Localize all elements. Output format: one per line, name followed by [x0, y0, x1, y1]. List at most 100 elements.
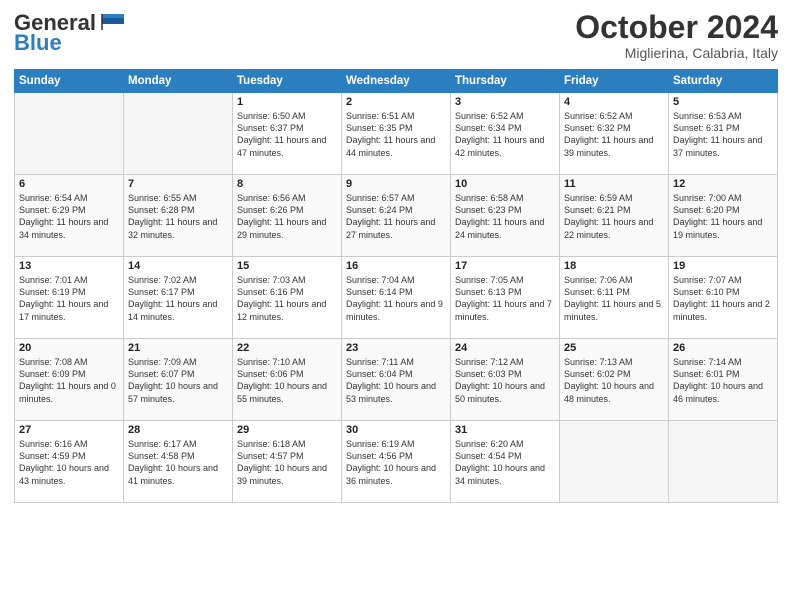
day-detail: Sunrise: 7:05 AMSunset: 6:13 PMDaylight:…	[455, 274, 555, 323]
col-monday: Monday	[124, 70, 233, 93]
day-detail: Sunrise: 6:53 AMSunset: 6:31 PMDaylight:…	[673, 110, 773, 159]
day-detail: Sunrise: 6:51 AMSunset: 6:35 PMDaylight:…	[346, 110, 446, 159]
calendar-cell: 19 Sunrise: 7:07 AMSunset: 6:10 PMDayligh…	[669, 257, 778, 339]
day-number: 10	[455, 178, 555, 190]
calendar-cell	[124, 93, 233, 175]
logo-blue: Blue	[14, 30, 62, 56]
day-detail: Sunrise: 7:00 AMSunset: 6:20 PMDaylight:…	[673, 192, 773, 241]
day-number: 27	[19, 424, 119, 436]
day-detail: Sunrise: 7:01 AMSunset: 6:19 PMDaylight:…	[19, 274, 119, 323]
day-detail: Sunrise: 6:16 AMSunset: 4:59 PMDaylight:…	[19, 438, 119, 487]
day-detail: Sunrise: 7:13 AMSunset: 6:02 PMDaylight:…	[564, 356, 664, 405]
month-title: October 2024	[575, 10, 778, 45]
day-detail: Sunrise: 7:14 AMSunset: 6:01 PMDaylight:…	[673, 356, 773, 405]
calendar-cell: 6 Sunrise: 6:54 AMSunset: 6:29 PMDaylight…	[15, 175, 124, 257]
day-number: 9	[346, 178, 446, 190]
day-detail: Sunrise: 7:10 AMSunset: 6:06 PMDaylight:…	[237, 356, 337, 405]
calendar-cell: 21 Sunrise: 7:09 AMSunset: 6:07 PMDayligh…	[124, 339, 233, 421]
day-number: 23	[346, 342, 446, 354]
calendar-cell: 23 Sunrise: 7:11 AMSunset: 6:04 PMDayligh…	[342, 339, 451, 421]
day-number: 28	[128, 424, 228, 436]
calendar-cell: 13 Sunrise: 7:01 AMSunset: 6:19 PMDayligh…	[15, 257, 124, 339]
day-detail: Sunrise: 7:02 AMSunset: 6:17 PMDaylight:…	[128, 274, 228, 323]
day-number: 19	[673, 260, 773, 272]
day-detail: Sunrise: 7:06 AMSunset: 6:11 PMDaylight:…	[564, 274, 664, 323]
calendar-cell: 8Sunrise: 6:56 AMSunset: 6:26 PMDaylight…	[233, 175, 342, 257]
day-number: 29	[237, 424, 337, 436]
calendar-cell	[15, 93, 124, 175]
day-number: 26	[673, 342, 773, 354]
calendar-cell: 14 Sunrise: 7:02 AMSunset: 6:17 PMDayligh…	[124, 257, 233, 339]
day-detail: Sunrise: 7:03 AMSunset: 6:16 PMDaylight:…	[237, 274, 337, 323]
logo-flag-icon	[98, 12, 126, 32]
day-detail: Sunrise: 6:18 AMSunset: 4:57 PMDaylight:…	[237, 438, 337, 487]
calendar-cell: 2 Sunrise: 6:51 AMSunset: 6:35 PMDaylight…	[342, 93, 451, 175]
day-number: 25	[564, 342, 664, 354]
calendar-cell: 30Sunrise: 6:19 AMSunset: 4:56 PMDayligh…	[342, 421, 451, 503]
day-number: 2	[346, 96, 446, 108]
day-number: 16	[346, 260, 446, 272]
calendar-row: 20 Sunrise: 7:08 AMSunset: 6:09 PMDayligh…	[15, 339, 778, 421]
calendar-cell: 3 Sunrise: 6:52 AMSunset: 6:34 PMDaylight…	[451, 93, 560, 175]
day-number: 7	[128, 178, 228, 190]
calendar-table: Sunday Monday Tuesday Wednesday Thursday…	[14, 69, 778, 503]
day-number: 14	[128, 260, 228, 272]
day-detail: Sunrise: 7:07 AMSunset: 6:10 PMDaylight:…	[673, 274, 773, 323]
day-detail: Sunrise: 6:52 AMSunset: 6:34 PMDaylight:…	[455, 110, 555, 159]
day-detail: Sunrise: 6:59 AMSunset: 6:21 PMDaylight:…	[564, 192, 664, 241]
calendar-cell: 25 Sunrise: 7:13 AMSunset: 6:02 PMDayligh…	[560, 339, 669, 421]
day-detail: Sunrise: 7:09 AMSunset: 6:07 PMDaylight:…	[128, 356, 228, 405]
calendar-cell: 22Sunrise: 7:10 AMSunset: 6:06 PMDayligh…	[233, 339, 342, 421]
calendar-cell: 5Sunrise: 6:53 AMSunset: 6:31 PMDaylight…	[669, 93, 778, 175]
day-detail: Sunrise: 6:57 AMSunset: 6:24 PMDaylight:…	[346, 192, 446, 241]
calendar-cell: 17 Sunrise: 7:05 AMSunset: 6:13 PMDayligh…	[451, 257, 560, 339]
day-number: 20	[19, 342, 119, 354]
day-number: 12	[673, 178, 773, 190]
calendar-cell: 29 Sunrise: 6:18 AMSunset: 4:57 PMDayligh…	[233, 421, 342, 503]
header-row: Sunday Monday Tuesday Wednesday Thursday…	[15, 70, 778, 93]
calendar-row: 13 Sunrise: 7:01 AMSunset: 6:19 PMDayligh…	[15, 257, 778, 339]
calendar-cell: 9 Sunrise: 6:57 AMSunset: 6:24 PMDaylight…	[342, 175, 451, 257]
calendar-cell: 12 Sunrise: 7:00 AMSunset: 6:20 PMDayligh…	[669, 175, 778, 257]
day-number: 6	[19, 178, 119, 190]
day-number: 21	[128, 342, 228, 354]
col-sunday: Sunday	[15, 70, 124, 93]
calendar-row: 27 Sunrise: 6:16 AMSunset: 4:59 PMDayligh…	[15, 421, 778, 503]
day-number: 15	[237, 260, 337, 272]
day-detail: Sunrise: 6:17 AMSunset: 4:58 PMDaylight:…	[128, 438, 228, 487]
day-detail: Sunrise: 7:08 AMSunset: 6:09 PMDaylight:…	[19, 356, 119, 405]
calendar-row: 1Sunrise: 6:50 AMSunset: 6:37 PMDaylight…	[15, 93, 778, 175]
calendar-cell	[669, 421, 778, 503]
location: Miglierina, Calabria, Italy	[575, 45, 778, 61]
logo: General Blue	[14, 10, 126, 56]
calendar-cell	[560, 421, 669, 503]
day-detail: Sunrise: 6:58 AMSunset: 6:23 PMDaylight:…	[455, 192, 555, 241]
calendar-cell: 11 Sunrise: 6:59 AMSunset: 6:21 PMDayligh…	[560, 175, 669, 257]
calendar-cell: 7 Sunrise: 6:55 AMSunset: 6:28 PMDaylight…	[124, 175, 233, 257]
col-thursday: Thursday	[451, 70, 560, 93]
title-block: October 2024 Miglierina, Calabria, Italy	[575, 10, 778, 61]
day-number: 17	[455, 260, 555, 272]
calendar-cell: 24 Sunrise: 7:12 AMSunset: 6:03 PMDayligh…	[451, 339, 560, 421]
day-detail: Sunrise: 6:52 AMSunset: 6:32 PMDaylight:…	[564, 110, 664, 159]
day-number: 3	[455, 96, 555, 108]
page-container: General Blue October 2024 Miglierina, Ca…	[0, 0, 792, 509]
col-wednesday: Wednesday	[342, 70, 451, 93]
day-detail: Sunrise: 6:56 AMSunset: 6:26 PMDaylight:…	[237, 192, 337, 241]
calendar-cell: 15 Sunrise: 7:03 AMSunset: 6:16 PMDayligh…	[233, 257, 342, 339]
day-number: 31	[455, 424, 555, 436]
day-number: 13	[19, 260, 119, 272]
calendar-cell: 4Sunrise: 6:52 AMSunset: 6:32 PMDaylight…	[560, 93, 669, 175]
day-detail: Sunrise: 7:12 AMSunset: 6:03 PMDaylight:…	[455, 356, 555, 405]
calendar-row: 6 Sunrise: 6:54 AMSunset: 6:29 PMDaylight…	[15, 175, 778, 257]
day-number: 24	[455, 342, 555, 354]
calendar-cell: 31 Sunrise: 6:20 AMSunset: 4:54 PMDayligh…	[451, 421, 560, 503]
day-detail: Sunrise: 6:54 AMSunset: 6:29 PMDaylight:…	[19, 192, 119, 241]
day-detail: Sunrise: 7:04 AMSunset: 6:14 PMDaylight:…	[346, 274, 446, 323]
day-detail: Sunrise: 6:20 AMSunset: 4:54 PMDaylight:…	[455, 438, 555, 487]
day-detail: Sunrise: 6:55 AMSunset: 6:28 PMDaylight:…	[128, 192, 228, 241]
calendar-cell: 28 Sunrise: 6:17 AMSunset: 4:58 PMDayligh…	[124, 421, 233, 503]
day-detail: Sunrise: 7:11 AMSunset: 6:04 PMDaylight:…	[346, 356, 446, 405]
day-number: 11	[564, 178, 664, 190]
day-detail: Sunrise: 6:19 AMSunset: 4:56 PMDaylight:…	[346, 438, 446, 487]
